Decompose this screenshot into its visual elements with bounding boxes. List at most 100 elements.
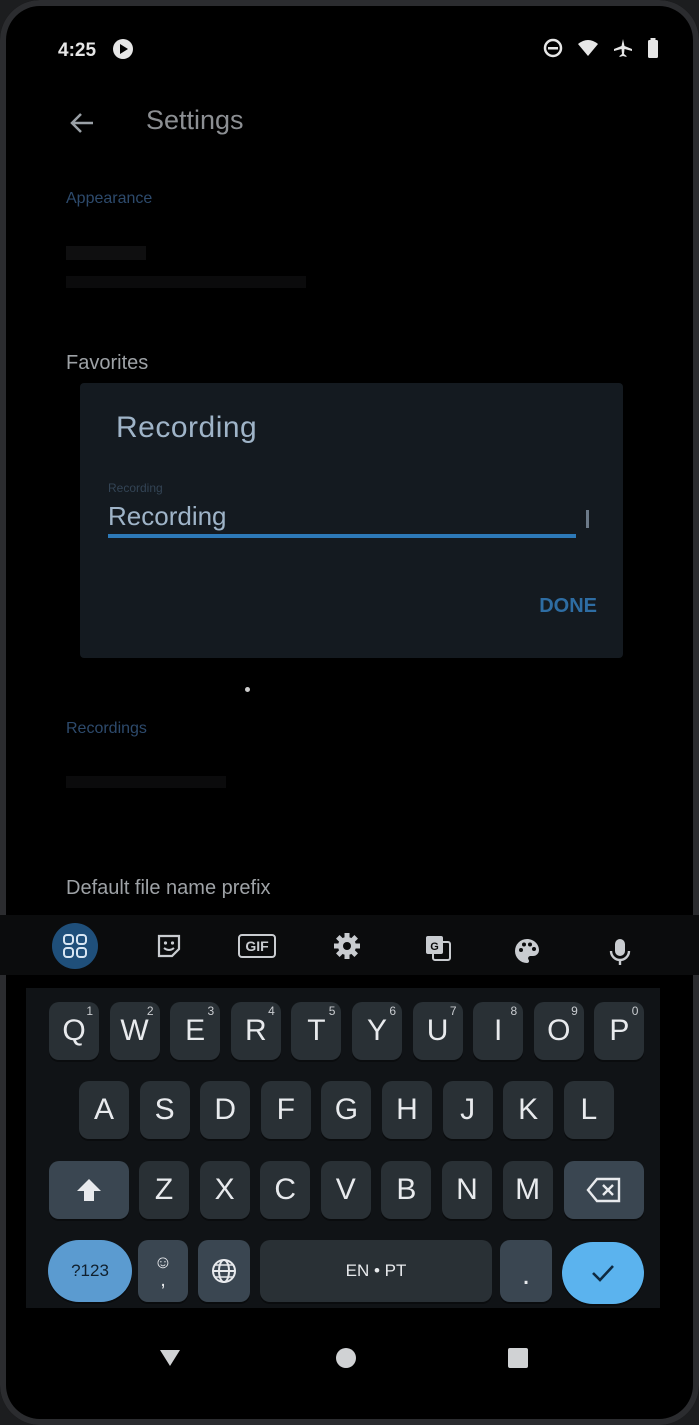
key-label: P: [609, 1014, 630, 1047]
key-label: E: [185, 1014, 206, 1047]
shift-key[interactable]: [49, 1161, 129, 1219]
key-a[interactable]: A: [79, 1081, 129, 1139]
key-n[interactable]: N: [442, 1161, 492, 1219]
key-number-hint: 1: [86, 1004, 93, 1018]
checkmark-icon: [592, 1265, 614, 1282]
favorites-setting[interactable]: Favorites: [66, 352, 148, 375]
apps-grid-button[interactable]: [52, 923, 98, 969]
app-bar: Settings: [0, 95, 699, 151]
sticker-button[interactable]: [148, 923, 190, 969]
on-screen-keyboard: Q1W2E3R4T5Y6U7I8O9P0 ASDFGHJKL ZXCVBNM ?…: [26, 988, 660, 1308]
keyboard-settings-button[interactable]: [326, 925, 368, 967]
dialog-field-label: Recording: [108, 481, 163, 495]
theme-setting-subtitle: [66, 276, 306, 288]
key-number-hint: 8: [510, 1004, 518, 1018]
key-label: O: [547, 1014, 571, 1047]
key-label: T: [307, 1014, 326, 1047]
key-l[interactable]: L: [563, 1081, 614, 1139]
key-j[interactable]: J: [442, 1081, 493, 1139]
key-number-hint: 6: [389, 1004, 396, 1018]
symbols-key[interactable]: ?123: [48, 1240, 132, 1302]
key-number-hint: 4: [268, 1004, 275, 1018]
recents-square-icon: [508, 1348, 528, 1368]
globe-icon: [212, 1259, 236, 1283]
svg-text:G: G: [430, 941, 439, 953]
key-label: Y: [366, 1014, 387, 1047]
nav-home-button[interactable]: [326, 1338, 366, 1378]
key-f[interactable]: F: [260, 1081, 311, 1139]
theme-button[interactable]: [498, 923, 556, 979]
comma-label: ,: [160, 1269, 166, 1291]
input-underline: [108, 534, 576, 538]
period-key[interactable]: .: [500, 1240, 552, 1302]
key-b[interactable]: B: [381, 1161, 432, 1219]
backspace-icon: [586, 1177, 621, 1203]
apps-grid-icon: [63, 934, 87, 958]
sticker-icon: [157, 934, 181, 958]
key-e[interactable]: E3: [170, 1002, 221, 1060]
page-title: Settings: [146, 105, 244, 135]
dialog-title: Recording: [116, 411, 258, 444]
back-button[interactable]: [60, 101, 104, 145]
key-x[interactable]: X: [199, 1161, 250, 1219]
key-label: U: [426, 1014, 449, 1047]
backspace-key[interactable]: [564, 1161, 644, 1219]
key-number-hint: 9: [571, 1004, 578, 1018]
gear-icon: [334, 933, 360, 959]
enter-key[interactable]: [562, 1242, 644, 1304]
key-p[interactable]: P0: [594, 1002, 645, 1060]
home-circle-icon: [336, 1348, 356, 1368]
phone-screen: 4:25 Appearance Favorites Recordings Def…: [0, 0, 699, 1425]
key-c[interactable]: C: [260, 1161, 311, 1219]
key-u[interactable]: U7: [412, 1002, 463, 1060]
emoji-comma-key[interactable]: ☺ ,: [138, 1240, 188, 1302]
recordings-section-header: Recordings: [66, 720, 147, 737]
key-i[interactable]: I8: [473, 1002, 524, 1060]
key-s[interactable]: S: [139, 1081, 190, 1139]
key-d[interactable]: D: [200, 1081, 251, 1139]
key-label: I: [494, 1014, 503, 1047]
translate-button[interactable]: G: [415, 925, 461, 971]
key-number-hint: 7: [449, 1004, 457, 1018]
key-t[interactable]: T5: [291, 1002, 342, 1060]
voice-input-button[interactable]: [590, 923, 650, 981]
key-number-hint: 3: [207, 1004, 215, 1018]
palette-icon: [515, 939, 539, 963]
triangle-down-icon: [160, 1350, 180, 1366]
key-number-hint: 5: [328, 1004, 336, 1018]
text-cursor: [586, 510, 589, 528]
nav-recents-button[interactable]: [498, 1338, 538, 1378]
key-g[interactable]: G: [321, 1081, 372, 1139]
language-key[interactable]: [198, 1240, 250, 1302]
key-z[interactable]: Z: [139, 1161, 189, 1219]
nav-back-button[interactable]: [150, 1338, 190, 1378]
key-o[interactable]: O9: [533, 1002, 584, 1060]
touch-indicator-dot: [245, 687, 250, 692]
key-k[interactable]: K: [503, 1081, 554, 1139]
key-label: R: [244, 1014, 267, 1047]
key-r[interactable]: R4: [230, 1002, 281, 1060]
key-label: Q: [62, 1014, 86, 1047]
key-h[interactable]: H: [382, 1081, 432, 1139]
key-v[interactable]: V: [320, 1161, 371, 1219]
translate-icon: G: [426, 936, 451, 961]
gif-icon: GIF: [238, 934, 276, 958]
space-key[interactable]: EN • PT: [260, 1240, 492, 1302]
default-prefix-setting[interactable]: Default file name prefix: [66, 877, 271, 900]
recording-name-input[interactable]: [108, 496, 576, 536]
arrow-left-icon: [70, 113, 93, 133]
shift-icon: [77, 1179, 101, 1201]
theme-setting-placeholder[interactable]: [66, 246, 146, 260]
done-button[interactable]: DONE: [539, 595, 597, 618]
appearance-section-header: Appearance: [66, 190, 153, 207]
rename-dialog: Recording Recording DONE: [80, 383, 623, 658]
microphone-icon: [609, 939, 631, 965]
keyboard-toolbar: GIF G: [0, 915, 699, 975]
gif-button[interactable]: GIF: [231, 929, 283, 963]
key-w[interactable]: W2: [109, 1002, 160, 1060]
recordings-setting-placeholder[interactable]: [66, 776, 226, 788]
key-q[interactable]: Q1: [49, 1002, 99, 1060]
key-m[interactable]: M: [502, 1161, 553, 1219]
key-number-hint: 0: [631, 1004, 639, 1018]
key-y[interactable]: Y6: [352, 1002, 402, 1060]
